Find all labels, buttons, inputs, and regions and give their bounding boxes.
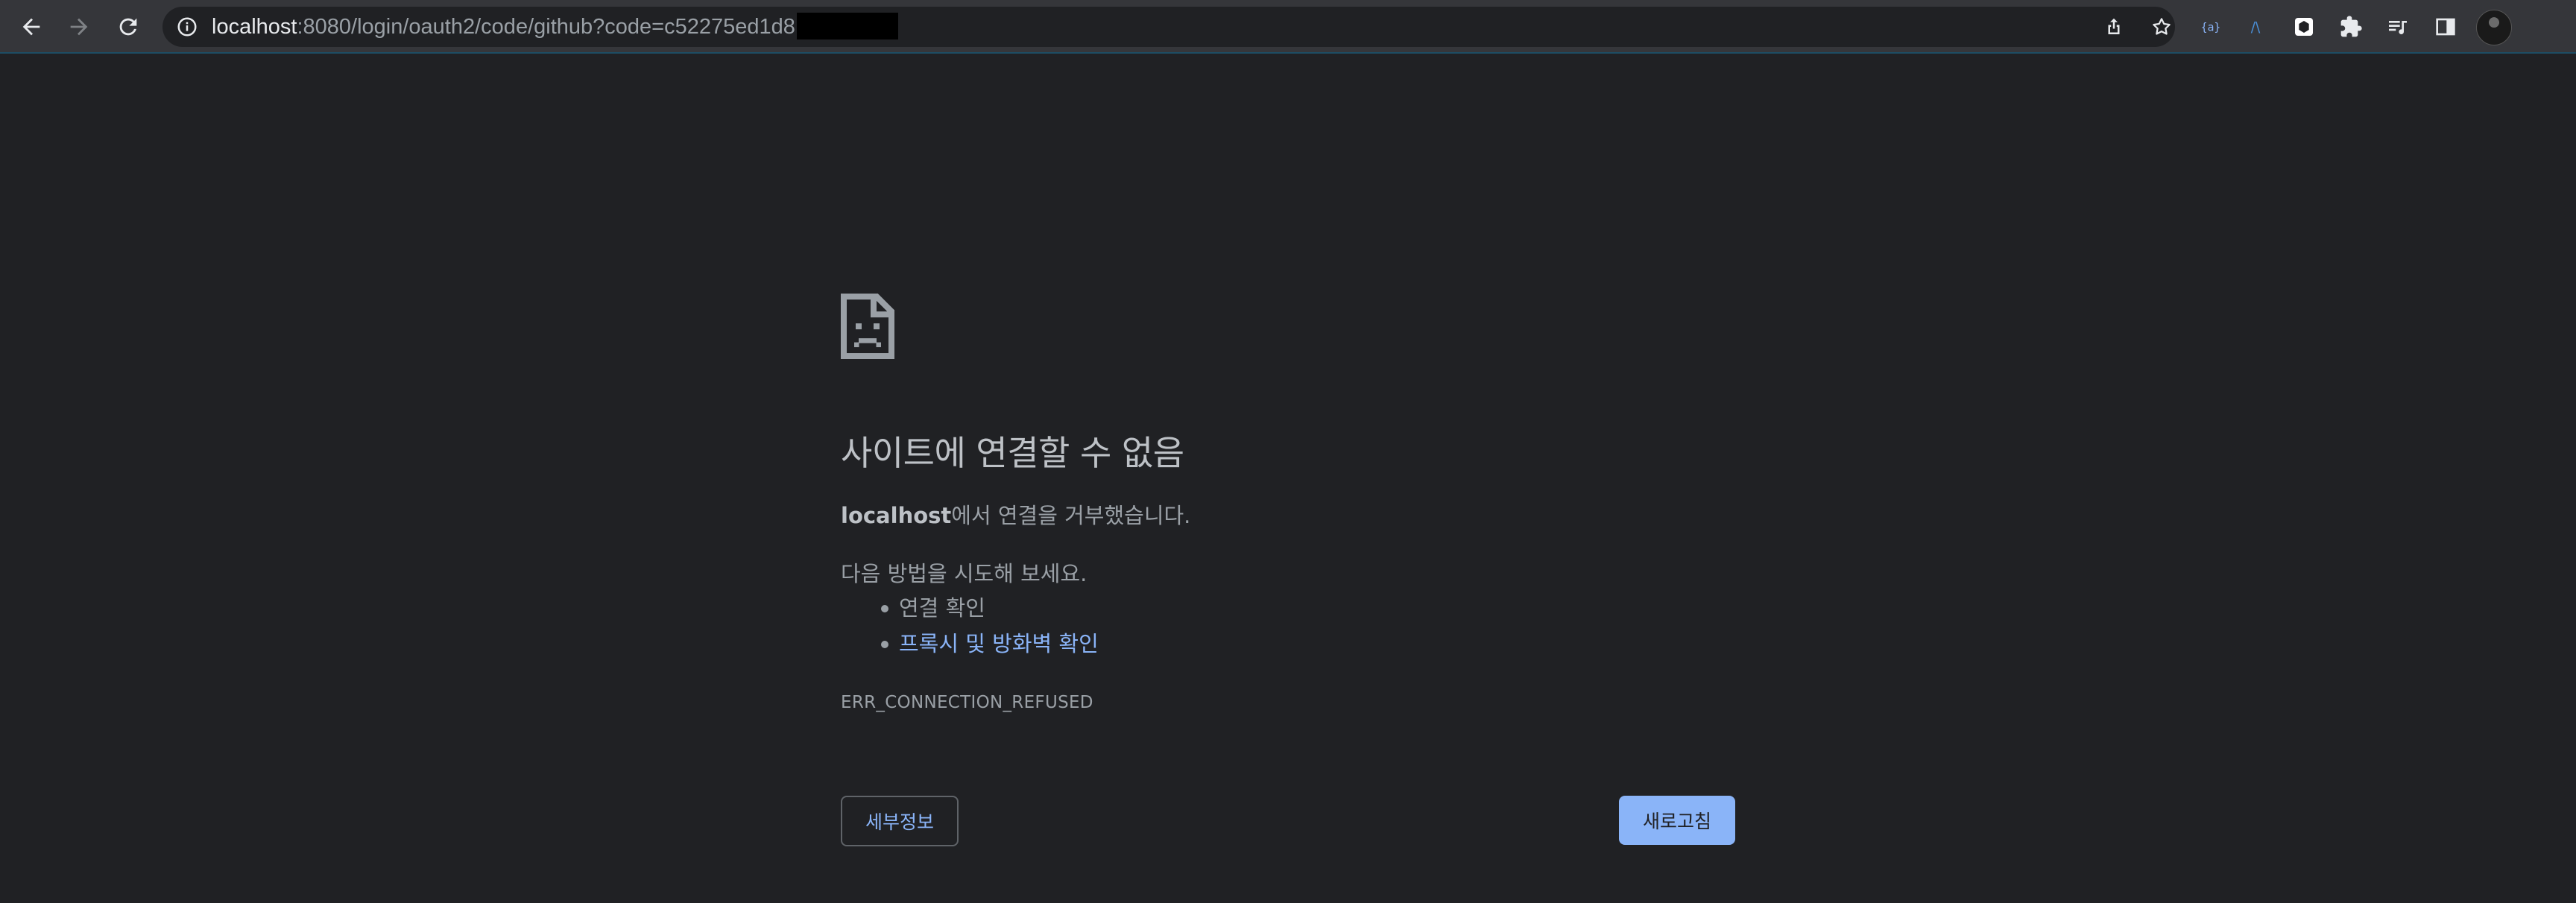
reload-icon	[119, 18, 137, 36]
forward-button[interactable]	[61, 9, 97, 45]
bookmark-button[interactable]	[2148, 13, 2175, 40]
suggestions-heading: 다음 방법을 시도해 보세요.	[841, 561, 1087, 586]
suggestion-check-connection: 연결 확인	[841, 590, 1099, 626]
back-button[interactable]	[13, 9, 49, 45]
extensions-button[interactable]	[2335, 11, 2367, 42]
braces-extension-icon: {a}	[2201, 21, 2220, 34]
reload-button[interactable]: 새로고침	[1619, 796, 1735, 845]
page-title: 사이트에 연결할 수 없음	[841, 433, 1184, 473]
suggestion-check-proxy-firewall-link[interactable]: 프록시 및 방화벽 확인	[841, 626, 1099, 662]
url-host: localhost	[212, 15, 297, 39]
error-summary: localhost에서 연결을 거부했습니다.	[841, 498, 1190, 530]
error-page: 사이트에 연결할 수 없음 localhost에서 연결을 거부했습니다. 다음…	[841, 0, 1735, 903]
error-host: localhost	[841, 503, 952, 528]
share-button[interactable]	[2100, 13, 2127, 40]
url-path: :8080/login/oauth2/code/github?code=c522…	[297, 15, 795, 39]
reading-list-icon	[2389, 21, 2407, 34]
lambda-extension-button[interactable]: /\	[2240, 11, 2271, 42]
share-icon	[2108, 18, 2120, 34]
svg-text:{a}: {a}	[2201, 21, 2220, 34]
lambda-extension-icon: /\	[2251, 20, 2261, 36]
reload-page-button[interactable]	[110, 9, 146, 45]
info-icon[interactable]	[176, 16, 198, 38]
sad-document-icon	[841, 294, 894, 359]
svg-text:/\: /\	[2251, 20, 2261, 36]
cube-extension-icon	[2295, 18, 2313, 36]
reading-list-button[interactable]	[2382, 11, 2414, 42]
suggestions-list: 연결 확인 프록시 및 방화벽 확인	[841, 590, 1099, 662]
cube-extension-button[interactable]	[2288, 11, 2320, 42]
arrow-back-icon	[22, 18, 40, 36]
braces-extension-button[interactable]: {a}	[2195, 11, 2226, 42]
arrow-forward-icon	[70, 18, 88, 36]
star-icon	[2153, 18, 2171, 35]
puzzle-icon	[2340, 16, 2362, 37]
details-button[interactable]: 세부정보	[841, 796, 959, 846]
error-summary-text: 에서 연결을 거부했습니다.	[951, 503, 1191, 528]
error-code: ERR_CONNECTION_REFUSED	[841, 693, 1093, 712]
side-panel-button[interactable]	[2430, 11, 2461, 42]
profile-avatar[interactable]	[2476, 10, 2512, 45]
side-panel-icon	[2436, 18, 2455, 36]
url-text[interactable]: localhost:8080/login/oauth2/code/github?…	[212, 7, 898, 47]
